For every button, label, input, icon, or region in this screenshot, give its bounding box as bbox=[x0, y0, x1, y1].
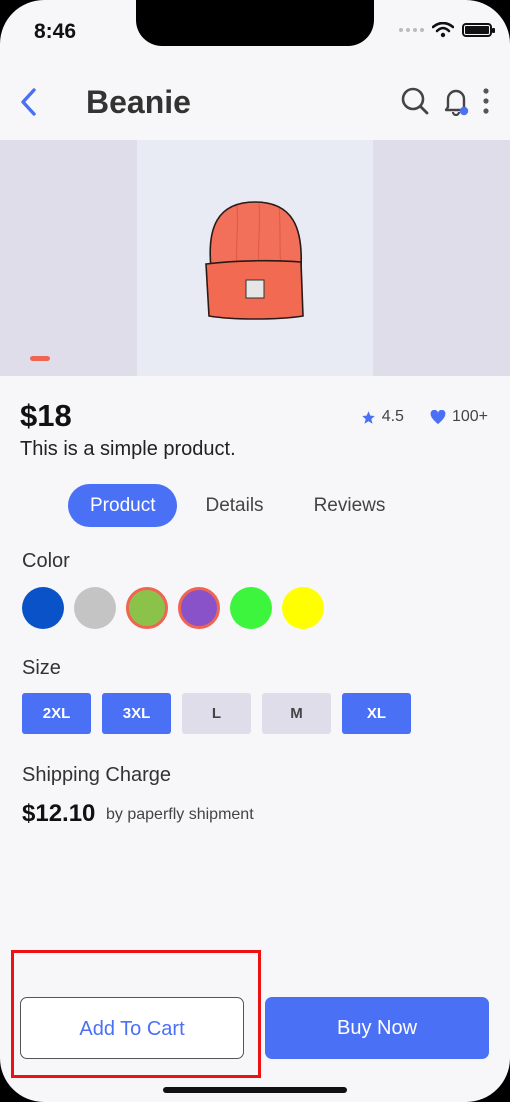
shipping-price: $12.10 bbox=[22, 800, 96, 827]
tab-product[interactable]: Product bbox=[68, 484, 178, 527]
gallery-page-indicator bbox=[30, 356, 50, 361]
color-swatch-purple[interactable] bbox=[178, 587, 220, 629]
shipping-note: by paperfly shipment bbox=[106, 806, 254, 823]
app-header: Beanie bbox=[0, 64, 510, 140]
status-time: 8:46 bbox=[34, 20, 77, 43]
more-vertical-icon[interactable] bbox=[482, 87, 490, 115]
battery-icon bbox=[462, 23, 495, 37]
product-image-gallery[interactable] bbox=[0, 140, 510, 376]
highlight-box bbox=[11, 950, 261, 1078]
tab-details[interactable]: Details bbox=[183, 484, 285, 527]
search-icon[interactable] bbox=[400, 86, 430, 116]
phone-screen: 8:46 Beanie $18 4.5 100+ This is a simpl… bbox=[0, 0, 510, 1102]
shipping-label: Shipping Charge bbox=[22, 764, 171, 786]
color-swatch-yellow[interactable] bbox=[282, 587, 324, 629]
color-label: Color bbox=[22, 550, 70, 572]
size-option-3xl[interactable]: 3XL bbox=[102, 693, 171, 734]
page-title: Beanie bbox=[86, 84, 191, 120]
color-swatches bbox=[22, 587, 324, 629]
back-icon[interactable] bbox=[16, 86, 42, 118]
home-indicator[interactable] bbox=[163, 1087, 347, 1093]
wifi-icon bbox=[432, 22, 454, 38]
rating-value: 4.5 bbox=[381, 408, 404, 425]
signal-icon bbox=[399, 28, 424, 32]
product-image-card bbox=[137, 140, 373, 376]
rating-summary: 4.5 100+ bbox=[361, 408, 488, 426]
star-icon bbox=[361, 410, 375, 424]
size-label: Size bbox=[22, 657, 61, 679]
tab-reviews[interactable]: Reviews bbox=[292, 484, 408, 527]
status-icons bbox=[399, 22, 495, 38]
likes-count: 100+ bbox=[451, 408, 488, 425]
color-swatch-lime[interactable] bbox=[230, 587, 272, 629]
size-option-xl[interactable]: XL bbox=[342, 693, 411, 734]
product-tabs: Product Details Reviews bbox=[68, 484, 407, 527]
bell-icon[interactable] bbox=[442, 86, 470, 116]
size-option-l[interactable]: L bbox=[182, 693, 251, 734]
beanie-image bbox=[205, 201, 304, 320]
product-price: $18 bbox=[20, 398, 72, 433]
color-swatch-green[interactable] bbox=[126, 587, 168, 629]
size-options: 2XL 3XL L M XL bbox=[22, 693, 411, 734]
buy-now-button[interactable]: Buy Now bbox=[265, 997, 489, 1059]
size-option-2xl[interactable]: 2XL bbox=[22, 693, 91, 734]
header-actions bbox=[400, 86, 490, 116]
color-swatch-grey[interactable] bbox=[74, 587, 116, 629]
product-description: This is a simple product. bbox=[20, 438, 236, 460]
notch bbox=[136, 0, 374, 46]
size-option-m[interactable]: M bbox=[262, 693, 331, 734]
color-swatch-blue[interactable] bbox=[22, 587, 64, 629]
heart-icon[interactable] bbox=[430, 409, 446, 425]
